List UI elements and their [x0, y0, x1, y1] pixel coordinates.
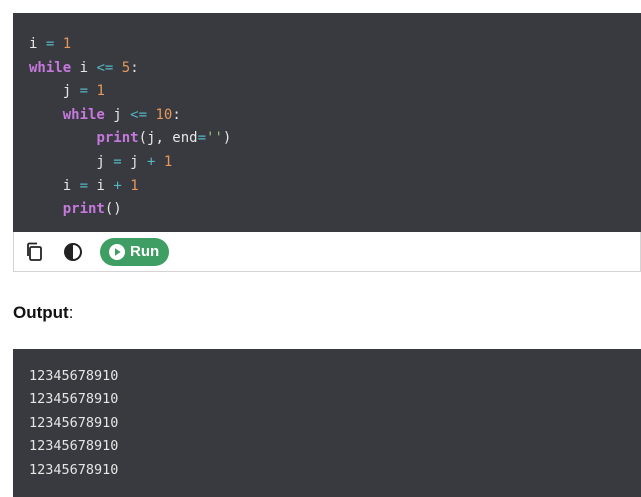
code-token: while — [62, 106, 105, 123]
code-token: <= — [130, 106, 148, 123]
code-line: j = 1 — [29, 80, 641, 104]
copy-icon[interactable] — [24, 242, 44, 262]
code-token: while — [29, 59, 72, 76]
output-line: 12345678910 — [29, 391, 119, 408]
run-button[interactable]: Run — [100, 237, 170, 266]
play-icon — [108, 243, 126, 261]
code-token: : — [130, 59, 139, 76]
code-line: i = i + 1 — [29, 175, 641, 199]
code-token: '' — [206, 130, 223, 147]
code-token: j — [29, 153, 114, 170]
code-token: = — [79, 83, 89, 100]
code-token: print — [62, 201, 105, 218]
code-token: print — [96, 130, 139, 147]
code-token: = — [79, 177, 89, 194]
code-token: i — [88, 177, 114, 194]
output-line: 12345678910 — [29, 368, 119, 384]
output-heading: Output: — [13, 303, 73, 323]
code-token: j — [104, 106, 131, 123]
code-line: i = 1 — [29, 33, 641, 57]
code-token: = — [197, 130, 207, 147]
code-token: i — [29, 177, 80, 194]
code-line: print() — [29, 198, 641, 222]
code-token: (j, end — [138, 130, 198, 147]
code-line: j = j + 1 — [29, 151, 641, 175]
code-token: 1 — [62, 36, 72, 52]
run-button-label: Run — [130, 243, 160, 260]
code-token: ) — [222, 130, 232, 147]
code-token: 1 — [96, 83, 105, 100]
output-heading-text: Output — [13, 303, 69, 322]
code-token: 10 — [155, 106, 173, 123]
output-line: 12345678910 — [29, 414, 119, 431]
contrast-icon[interactable] — [63, 242, 83, 262]
output-line: 12345678910 — [29, 438, 119, 455]
code-token: i — [29, 36, 46, 52]
code-token: + — [113, 177, 122, 194]
code-token: : — [172, 106, 181, 123]
code-token: = — [113, 153, 122, 170]
code-token: j — [121, 153, 148, 170]
code-editor[interactable]: i = 1 while i <= 5: j = 1 while j <= 10: … — [13, 13, 641, 232]
code-token: i — [71, 59, 97, 76]
code-toolbar: Run — [13, 232, 641, 272]
code-line: while j <= 10: — [29, 104, 641, 128]
code-token: 5 — [121, 59, 131, 76]
output-console: 12345678910 12345678910 12345678910 1234567… — [13, 349, 641, 497]
code-token: 1 — [130, 177, 139, 194]
code-line: print(j, end='') — [29, 127, 641, 151]
code-line: while i <= 5: — [29, 57, 641, 81]
output-line: 12345678910 — [29, 461, 119, 478]
code-token: 1 — [163, 153, 173, 170]
code-token: () — [104, 201, 122, 218]
code-token: j — [29, 83, 80, 100]
output-heading-colon: : — [68, 303, 74, 322]
code-token: <= — [96, 59, 114, 76]
